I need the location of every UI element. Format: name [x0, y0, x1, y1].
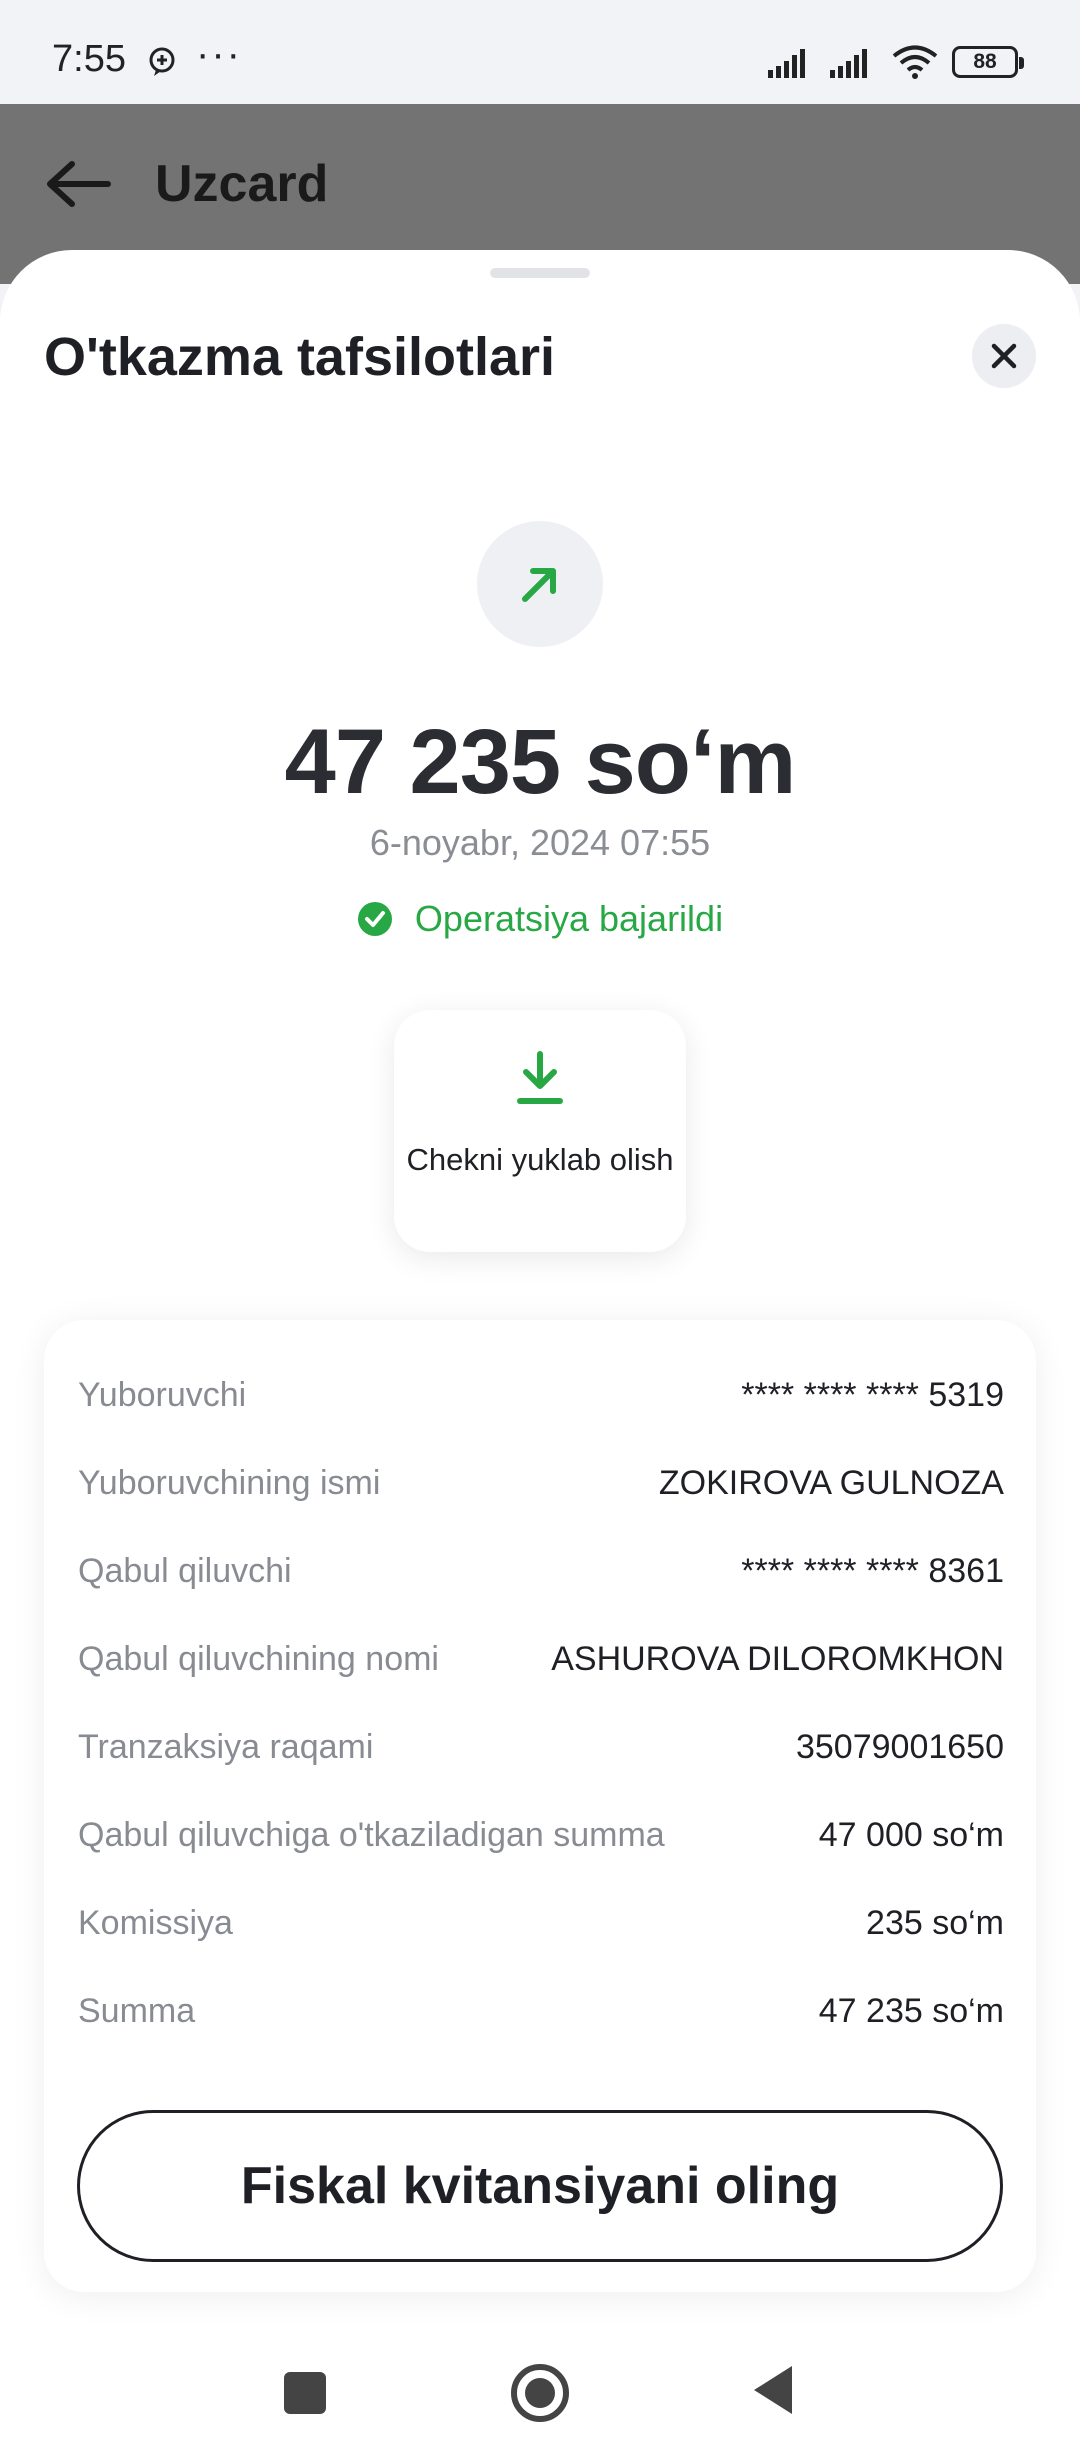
- detail-label: Qabul qiluvchiga o'tkaziladigan summa: [78, 1815, 665, 1854]
- system-nav-bar: [0, 2330, 1080, 2460]
- detail-label: Yuboruvchining ismi: [78, 1463, 381, 1502]
- signal-icon: [768, 49, 805, 78]
- detail-row-recipient-name: Qabul qiluvchining nomi ASHUROVA DILOROM…: [78, 1634, 1004, 1684]
- download-icon: [517, 1051, 563, 1104]
- close-button[interactable]: [972, 324, 1036, 388]
- detail-value: ZOKIROVA GULNOZA: [658, 1463, 1004, 1502]
- status-time: 7:55: [52, 38, 126, 80]
- detail-row-total: Summa 47 235 so‘m: [78, 1986, 1004, 2036]
- home-icon: [525, 2378, 555, 2408]
- detail-value: ASHUROVA DILOROMKHON: [551, 1639, 1004, 1678]
- detail-label: Komissiya: [78, 1903, 233, 1942]
- message-icon: [149, 47, 175, 76]
- download-receipt-label: Chekni yuklab olish: [406, 1142, 674, 1177]
- transfer-status: Operatsiya bajarildi: [0, 898, 1080, 940]
- sheet-drag-handle[interactable]: [490, 268, 590, 278]
- more-dots-icon: ···: [196, 32, 242, 76]
- status-text: Operatsiya bajarildi: [414, 898, 724, 939]
- transfer-details-sheet: O'tkazma tafsilotlari 47 235 so‘m 6-noya…: [0, 250, 1080, 2460]
- app-title: Uzcard: [155, 155, 329, 213]
- detail-value: **** **** **** 8361: [741, 1551, 1004, 1590]
- detail-value: **** **** **** 5319: [741, 1375, 1004, 1414]
- detail-value: 235 so‘m: [866, 1903, 1004, 1942]
- recents-button[interactable]: [284, 2372, 326, 2414]
- sheet-title: O'tkazma tafsilotlari: [44, 327, 555, 387]
- detail-value: 47 000 so‘m: [818, 1815, 1004, 1854]
- close-icon: [991, 343, 1017, 369]
- download-receipt-button[interactable]: Chekni yuklab olish: [394, 1010, 686, 1252]
- status-bar: 7:55 ··· 88: [0, 0, 1080, 104]
- transfer-amount: 47 235 so‘m: [284, 711, 797, 813]
- detail-row-sender-name: Yuboruvchining ismi ZOKIROVA GULNOZA: [78, 1458, 1004, 1508]
- detail-value: 35079001650: [795, 1727, 1004, 1766]
- detail-label: Tranzaksiya raqami: [78, 1727, 374, 1766]
- arrow-up-right-icon: [522, 568, 556, 602]
- fiscal-receipt-button[interactable]: Fiskal kvitansiyani oling: [77, 2110, 1003, 2262]
- detail-row-sender-card: Yuboruvchi **** **** **** 5319: [78, 1370, 1004, 1420]
- detail-label: Yuboruvchi: [78, 1375, 247, 1414]
- battery-icon: 88: [952, 46, 1024, 78]
- outgoing-transfer-badge: [477, 521, 603, 647]
- transaction-details-card: Yuboruvchi **** **** **** 5319 Yuboruvch…: [44, 1320, 1036, 2292]
- check-circle-icon: [357, 902, 392, 936]
- detail-label: Qabul qiluvchi: [78, 1551, 292, 1590]
- detail-row-recipient-amount: Qabul qiluvchiga o'tkaziladigan summa 47…: [78, 1810, 1004, 1860]
- wifi-icon: [892, 45, 938, 79]
- back-arrow-icon[interactable]: [44, 154, 112, 214]
- detail-row-transaction-number: Tranzaksiya raqami 35079001650: [78, 1722, 1004, 1772]
- signal-icon: [830, 49, 867, 78]
- detail-label: Qabul qiluvchining nomi: [78, 1639, 439, 1678]
- system-back-button[interactable]: [754, 2366, 792, 2414]
- detail-row-commission: Komissiya 235 so‘m: [78, 1898, 1004, 1948]
- battery-level: 88: [973, 50, 997, 73]
- detail-label: Summa: [78, 1991, 196, 2030]
- detail-row-recipient-card: Qabul qiluvchi **** **** **** 8361: [78, 1546, 1004, 1596]
- home-button[interactable]: [511, 2364, 569, 2422]
- transfer-date: 6-noyabr, 2024 07:55: [369, 822, 711, 863]
- detail-value: 47 235 so‘m: [818, 1991, 1004, 2030]
